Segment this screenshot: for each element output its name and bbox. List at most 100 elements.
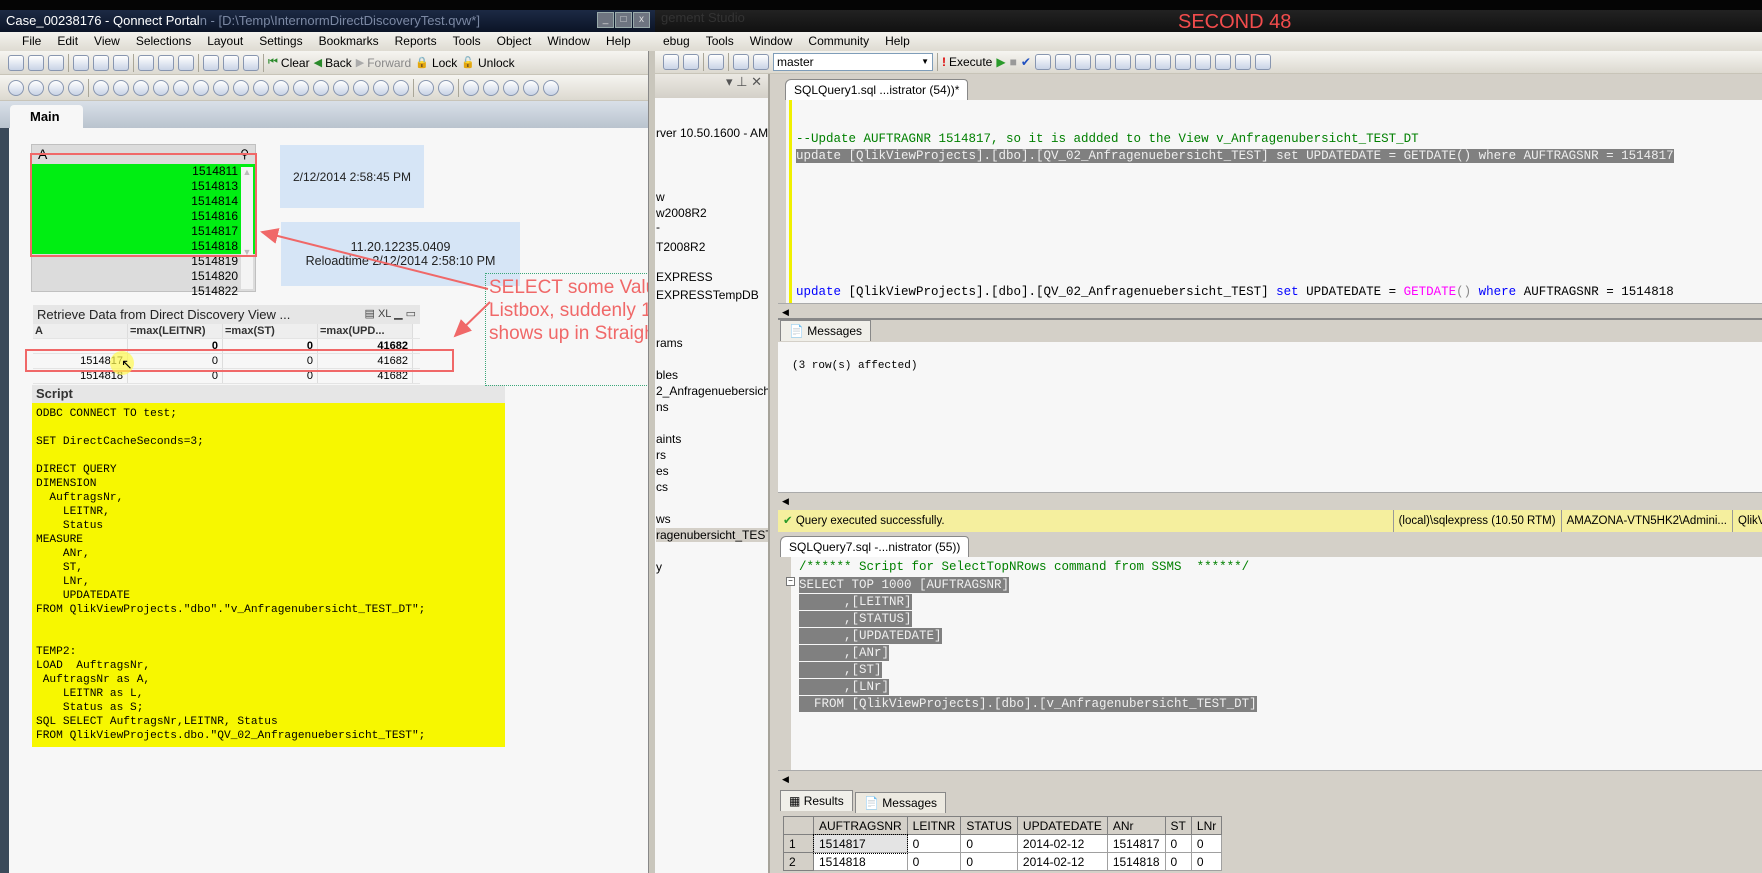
row-number-header[interactable] [783,816,814,835]
ssms-menu-help[interactable]: Help [877,32,918,51]
object-explorer-node[interactable]: bles [656,368,768,382]
grid-column-header[interactable]: LEITNR [906,816,962,835]
column-header[interactable]: =max(UPD... [318,324,413,338]
menu-edit[interactable]: Edit [49,32,86,51]
specify-values-icon[interactable] [1254,54,1271,70]
scroll-left-icon[interactable]: ◀ [778,496,789,506]
listbox-item[interactable]: 1514820 [32,269,255,284]
object-explorer-node[interactable]: - [656,220,768,234]
align-center-icon[interactable] [483,79,499,96]
outdent-icon[interactable] [1234,54,1251,70]
object-explorer-node[interactable]: rver 10.50.1600 - AMAZ [656,126,768,140]
search-object-icon[interactable] [333,79,349,96]
query1-editor[interactable]: --Update AUFTRAGNR 1514817, so it is add… [778,100,1762,303]
back-button[interactable]: ◀ Back [314,56,352,70]
grid-column-header[interactable]: LNr [1190,816,1223,835]
grid-cell[interactable]: 0 [1164,852,1192,871]
print-icon[interactable] [93,54,109,71]
comment-icon[interactable] [1174,54,1191,70]
pin-icon[interactable]: ⊥ [736,74,747,89]
menu-settings[interactable]: Settings [251,32,310,51]
grid-cell[interactable]: 1514817 [1106,834,1166,853]
grid-cell[interactable]: 1514818 [813,852,908,871]
excel-icon[interactable]: XL [378,308,391,320]
object-explorer-node[interactable]: EXPRESSTempDB [656,288,768,302]
include-plan-icon[interactable] [1094,54,1111,70]
print-icon[interactable]: ▤ [364,308,374,320]
text-object-icon[interactable] [253,79,269,96]
indent-icon[interactable] [1214,54,1231,70]
search-icon[interactable] [203,54,219,71]
undo-icon[interactable] [158,54,174,71]
ssms-menu-ebug[interactable]: ebug [655,32,698,51]
object-explorer-node[interactable]: y [656,560,768,574]
dropdown-icon[interactable]: ▾ [726,74,733,89]
results-to-text-icon[interactable] [1074,54,1091,70]
object-explorer-node[interactable]: cs [656,480,768,494]
redo-icon[interactable] [178,54,194,71]
estimated-plan-icon[interactable] [1034,54,1051,70]
open-icon[interactable] [28,54,44,71]
grid-cell[interactable]: 0 [1164,834,1192,853]
format-painter-icon[interactable] [418,79,434,96]
object-explorer-node[interactable]: rams [656,336,768,350]
new-icon[interactable] [8,54,24,71]
close-icon[interactable]: ✕ [751,74,762,89]
custom-object-icon[interactable] [373,79,389,96]
design-grid-icon[interactable] [393,79,409,96]
object-explorer-node[interactable]: ns [656,400,768,414]
menu-tools[interactable]: Tools [445,32,489,51]
check-icon[interactable] [223,54,239,71]
results-to-file-icon[interactable] [1154,54,1171,70]
sheet-right-icon[interactable] [48,79,64,96]
debug-play-icon[interactable]: ▶ [996,55,1005,69]
button-icon[interactable] [233,79,249,96]
menu-reports[interactable]: Reports [387,32,445,51]
grid-cell[interactable]: 0 [1190,852,1223,871]
tab-results[interactable]: ▦ Results [780,790,853,811]
reload-icon[interactable] [138,54,154,71]
query7-hscrollbar[interactable]: ◀ [778,770,1762,785]
print-icon[interactable] [683,54,699,70]
menu-window[interactable]: Window [539,32,598,51]
menu-bookmarks[interactable]: Bookmarks [311,32,387,51]
clear-button[interactable]: ⏮ Clear [268,56,310,70]
save-icon[interactable] [73,54,89,71]
grid-cell[interactable]: 1514818 [1106,852,1166,871]
object-explorer-node[interactable]: ragenubersicht_TEST_D [656,528,768,542]
menu-object[interactable]: Object [489,32,540,51]
bookmark-object-icon[interactable] [313,79,329,96]
connect-icon[interactable] [733,54,749,70]
menu-help[interactable]: Help [598,32,639,51]
client-stats-icon[interactable] [1114,54,1131,70]
chart-icon[interactable] [173,79,189,96]
listbox-item[interactable]: 1514822 [32,284,255,299]
grid-row[interactable]: 1 1514817 0 0 2014-02-12 1514817 0 0 [783,833,1223,854]
query-designer-icon[interactable] [1054,54,1071,70]
column-header[interactable]: =max(LEITNR) [128,324,223,338]
edit-script-icon[interactable] [113,54,129,71]
space-icon[interactable] [523,79,539,96]
sheet-properties-icon[interactable] [68,79,84,96]
grid-row[interactable]: 2 1514818 0 0 2014-02-12 1514818 0 0 [783,852,1223,871]
distribute-icon[interactable] [543,79,559,96]
ssms-menu-tools[interactable]: Tools [698,32,742,51]
align-icon[interactable] [438,79,454,96]
query1-hscrollbar[interactable]: ◀ [778,303,1762,318]
container-icon[interactable] [353,79,369,96]
grid-cell[interactable]: 0 [960,834,1018,853]
grid-cell[interactable]: 2014-02-12 [1016,834,1108,853]
object-explorer-node[interactable]: rs [656,448,768,462]
parse-check-icon[interactable]: ✔ [1021,55,1031,69]
window-splitter[interactable] [648,51,655,873]
object-explorer-node[interactable]: w [656,190,768,204]
object-explorer-node[interactable]: EXPRESS [656,270,768,284]
minimize-icon[interactable]: ▁ [394,308,402,320]
maximize-button[interactable]: □ [615,12,632,28]
uncomment-icon[interactable] [1194,54,1211,70]
menu-selections[interactable]: Selections [128,32,199,51]
scroll-left-icon[interactable]: ◀ [778,774,789,784]
column-header[interactable]: A [33,324,128,338]
listbox-icon[interactable] [93,79,109,96]
table-box-icon[interactable] [153,79,169,96]
